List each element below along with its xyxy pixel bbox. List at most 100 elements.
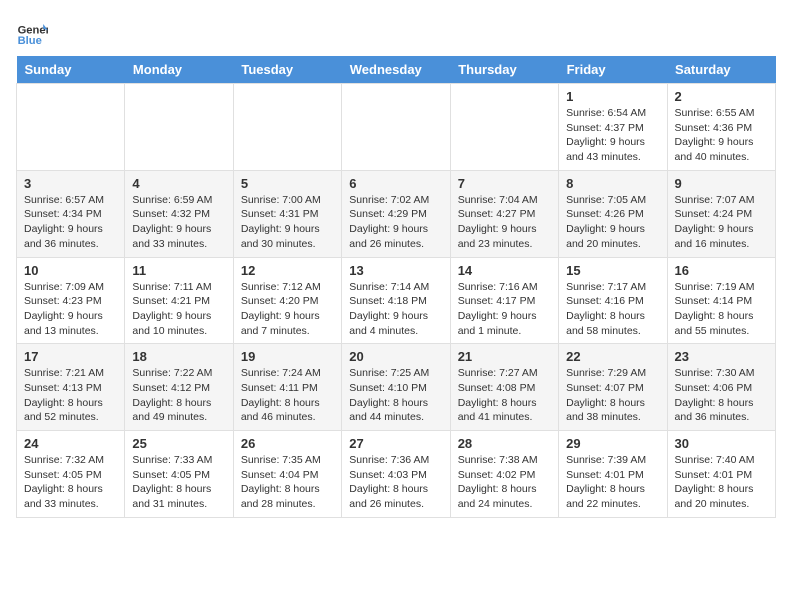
calendar-day-cell: 17Sunrise: 7:21 AM Sunset: 4:13 PM Dayli… [17,344,125,431]
day-info: Sunrise: 7:07 AM Sunset: 4:24 PM Dayligh… [675,193,768,252]
day-info: Sunrise: 7:40 AM Sunset: 4:01 PM Dayligh… [675,453,768,512]
day-info: Sunrise: 7:39 AM Sunset: 4:01 PM Dayligh… [566,453,659,512]
calendar-day-header: Thursday [450,56,558,84]
calendar-day-cell: 14Sunrise: 7:16 AM Sunset: 4:17 PM Dayli… [450,257,558,344]
day-info: Sunrise: 7:35 AM Sunset: 4:04 PM Dayligh… [241,453,334,512]
day-number: 19 [241,349,334,364]
day-info: Sunrise: 7:09 AM Sunset: 4:23 PM Dayligh… [24,280,117,339]
calendar-day-cell: 1 Sunrise: 6:54 AM Sunset: 4:37 PM Daylig… [559,84,667,171]
day-number: 5 [241,176,334,191]
calendar-day-cell: 9 Sunrise: 7:07 AM Sunset: 4:24 PM Daylig… [667,170,775,257]
day-number: 4 [132,176,225,191]
day-info: Sunrise: 7:33 AM Sunset: 4:05 PM Dayligh… [132,453,225,512]
day-number: 11 [132,263,225,278]
calendar-day-cell: 23Sunrise: 7:30 AM Sunset: 4:06 PM Dayli… [667,344,775,431]
calendar-day-cell: 26 Sunrise: 7:35 AM Sunset: 4:04 PM Dayli… [233,431,341,518]
calendar-day-cell: 19 Sunrise: 7:24 AM Sunset: 4:11 PM Dayli… [233,344,341,431]
day-info: Sunrise: 6:59 AM Sunset: 4:32 PM Dayligh… [132,193,225,252]
page-header: General Blue [16,16,776,48]
calendar-day-cell: 22Sunrise: 7:29 AM Sunset: 4:07 PM Dayli… [559,344,667,431]
calendar-day-cell: 16 Sunrise: 7:19 AM Sunset: 4:14 PM Dayli… [667,257,775,344]
svg-text:Blue: Blue [18,35,42,47]
day-number: 16 [675,263,768,278]
day-info: Sunrise: 7:14 AM Sunset: 4:18 PM Dayligh… [349,280,442,339]
day-info: Sunrise: 6:57 AM Sunset: 4:34 PM Dayligh… [24,193,117,252]
day-number: 30 [675,436,768,451]
day-number: 3 [24,176,117,191]
calendar-day-cell: 13Sunrise: 7:14 AM Sunset: 4:18 PM Dayli… [342,257,450,344]
logo: General Blue [16,16,48,48]
day-info: Sunrise: 7:25 AM Sunset: 4:10 PM Dayligh… [349,366,442,425]
day-number: 7 [458,176,551,191]
calendar-day-header: Saturday [667,56,775,84]
calendar-day-cell: 6 Sunrise: 7:02 AM Sunset: 4:29 PM Daylig… [342,170,450,257]
calendar-day-cell: 18 Sunrise: 7:22 AM Sunset: 4:12 PM Dayli… [125,344,233,431]
day-info: Sunrise: 7:22 AM Sunset: 4:12 PM Dayligh… [132,366,225,425]
day-info: Sunrise: 7:38 AM Sunset: 4:02 PM Dayligh… [458,453,551,512]
calendar-day-cell: 12 Sunrise: 7:12 AM Sunset: 4:20 PM Dayli… [233,257,341,344]
day-info: Sunrise: 7:27 AM Sunset: 4:08 PM Dayligh… [458,366,551,425]
day-info: Sunrise: 7:19 AM Sunset: 4:14 PM Dayligh… [675,280,768,339]
day-number: 26 [241,436,334,451]
calendar-day-cell: 21 Sunrise: 7:27 AM Sunset: 4:08 PM Dayli… [450,344,558,431]
day-info: Sunrise: 7:12 AM Sunset: 4:20 PM Dayligh… [241,280,334,339]
calendar-day-cell: 28 Sunrise: 7:38 AM Sunset: 4:02 PM Dayli… [450,431,558,518]
calendar-day-header: Sunday [17,56,125,84]
calendar-week-row: 17Sunrise: 7:21 AM Sunset: 4:13 PM Dayli… [17,344,776,431]
day-number: 10 [24,263,117,278]
calendar-day-cell: 25Sunrise: 7:33 AM Sunset: 4:05 PM Dayli… [125,431,233,518]
day-number: 17 [24,349,117,364]
calendar-header-row: SundayMondayTuesdayWednesdayThursdayFrid… [17,56,776,84]
calendar-day-cell: 8 Sunrise: 7:05 AM Sunset: 4:26 PM Daylig… [559,170,667,257]
day-info: Sunrise: 6:55 AM Sunset: 4:36 PM Dayligh… [675,106,768,165]
day-info: Sunrise: 7:24 AM Sunset: 4:11 PM Dayligh… [241,366,334,425]
calendar-day-cell: 15Sunrise: 7:17 AM Sunset: 4:16 PM Dayli… [559,257,667,344]
day-number: 20 [349,349,442,364]
calendar-table: SundayMondayTuesdayWednesdayThursdayFrid… [16,56,776,518]
calendar-day-header: Friday [559,56,667,84]
logo-icon: General Blue [16,16,48,48]
calendar-day-header: Wednesday [342,56,450,84]
calendar-week-row: 24Sunrise: 7:32 AM Sunset: 4:05 PM Dayli… [17,431,776,518]
calendar-week-row: 1 Sunrise: 6:54 AM Sunset: 4:37 PM Daylig… [17,84,776,171]
day-number: 9 [675,176,768,191]
day-number: 18 [132,349,225,364]
calendar-day-header: Monday [125,56,233,84]
calendar-day-cell: 30 Sunrise: 7:40 AM Sunset: 4:01 PM Dayli… [667,431,775,518]
calendar-week-row: 10 Sunrise: 7:09 AM Sunset: 4:23 PM Dayli… [17,257,776,344]
calendar-day-cell: 5 Sunrise: 7:00 AM Sunset: 4:31 PM Daylig… [233,170,341,257]
day-number: 29 [566,436,659,451]
day-info: Sunrise: 7:04 AM Sunset: 4:27 PM Dayligh… [458,193,551,252]
calendar-day-cell: 7 Sunrise: 7:04 AM Sunset: 4:27 PM Daylig… [450,170,558,257]
calendar-day-cell [342,84,450,171]
calendar-day-cell: 29 Sunrise: 7:39 AM Sunset: 4:01 PM Dayli… [559,431,667,518]
day-number: 1 [566,89,659,104]
calendar-day-cell: 24Sunrise: 7:32 AM Sunset: 4:05 PM Dayli… [17,431,125,518]
day-info: Sunrise: 7:02 AM Sunset: 4:29 PM Dayligh… [349,193,442,252]
day-info: Sunrise: 7:00 AM Sunset: 4:31 PM Dayligh… [241,193,334,252]
day-info: Sunrise: 6:54 AM Sunset: 4:37 PM Dayligh… [566,106,659,165]
day-number: 28 [458,436,551,451]
day-info: Sunrise: 7:32 AM Sunset: 4:05 PM Dayligh… [24,453,117,512]
calendar-day-cell: 2 Sunrise: 6:55 AM Sunset: 4:36 PM Daylig… [667,84,775,171]
day-info: Sunrise: 7:11 AM Sunset: 4:21 PM Dayligh… [132,280,225,339]
day-number: 2 [675,89,768,104]
calendar-day-cell: 20 Sunrise: 7:25 AM Sunset: 4:10 PM Dayli… [342,344,450,431]
day-info: Sunrise: 7:05 AM Sunset: 4:26 PM Dayligh… [566,193,659,252]
day-number: 6 [349,176,442,191]
calendar-day-cell [17,84,125,171]
calendar-day-cell: 27Sunrise: 7:36 AM Sunset: 4:03 PM Dayli… [342,431,450,518]
calendar-day-cell: 4 Sunrise: 6:59 AM Sunset: 4:32 PM Daylig… [125,170,233,257]
day-number: 21 [458,349,551,364]
calendar-day-cell [450,84,558,171]
day-info: Sunrise: 7:16 AM Sunset: 4:17 PM Dayligh… [458,280,551,339]
calendar-week-row: 3 Sunrise: 6:57 AM Sunset: 4:34 PM Daylig… [17,170,776,257]
day-info: Sunrise: 7:30 AM Sunset: 4:06 PM Dayligh… [675,366,768,425]
day-number: 12 [241,263,334,278]
calendar-day-cell: 11 Sunrise: 7:11 AM Sunset: 4:21 PM Dayli… [125,257,233,344]
day-info: Sunrise: 7:36 AM Sunset: 4:03 PM Dayligh… [349,453,442,512]
calendar-day-cell: 3 Sunrise: 6:57 AM Sunset: 4:34 PM Daylig… [17,170,125,257]
calendar-day-cell [125,84,233,171]
day-info: Sunrise: 7:17 AM Sunset: 4:16 PM Dayligh… [566,280,659,339]
day-number: 8 [566,176,659,191]
